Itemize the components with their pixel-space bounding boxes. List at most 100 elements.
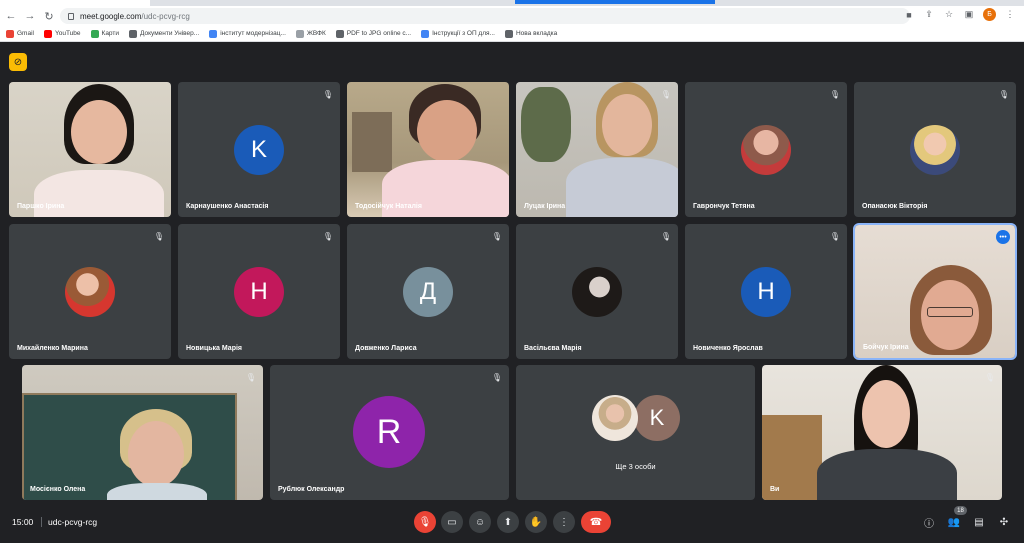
- mic-off-icon: 🎙︎: [491, 231, 503, 241]
- participant-count-badge: 18: [954, 506, 967, 515]
- bookmark-label: Карти: [101, 30, 120, 37]
- participant-tile[interactable]: Тодосійчук Наталія: [347, 82, 509, 217]
- meeting-code: udc-pcvg-rcg: [48, 517, 98, 527]
- mic-off-icon: 🎙︎: [829, 89, 841, 99]
- bookmark-favicon-icon: [129, 29, 138, 38]
- bookmark-label: YouTube: [54, 30, 81, 37]
- participant-tile[interactable]: 🎙︎ Луцак Ірина: [516, 82, 678, 217]
- participant-name: Михайленко Марина: [17, 345, 88, 352]
- bookmark-favicon-icon: [295, 29, 304, 38]
- participant-tile[interactable]: 🎙︎ Н Новицька Марія: [178, 224, 340, 359]
- forward-icon[interactable]: →: [22, 8, 38, 24]
- browser-toolbar: ← → ↻ meet.google.com/udc-pcvg-rcg ■ ⇪ ☆…: [0, 6, 1024, 26]
- bookmark-item[interactable]: Gmail: [6, 29, 34, 38]
- extensions-icon[interactable]: ▣: [963, 9, 975, 21]
- avatar-photo: [572, 267, 622, 317]
- bookmark-favicon-icon: [421, 29, 430, 38]
- mic-off-icon: 🎙︎: [245, 372, 257, 382]
- participant-name: Рублюк Олександр: [278, 486, 345, 493]
- chat-icon[interactable]: ▤: [972, 515, 986, 529]
- participant-name: Васільєва Марія: [524, 345, 582, 352]
- camera-toggle-button[interactable]: ▭: [441, 511, 463, 533]
- avatar-photo: [65, 267, 115, 317]
- reactions-button[interactable]: ☺: [469, 511, 491, 533]
- bookmark-label: ЖВФК: [306, 30, 326, 37]
- avatar: K: [634, 395, 680, 441]
- participant-name: Тодосійчук Наталія: [355, 203, 422, 210]
- meeting-controls-bar: 15:00 udc-pcvg-rcg 🎙︎ ▭ ☺ ⬆ ✋ ⋮ ☎ ⓘ 18 👥…: [0, 503, 1024, 543]
- share-icon[interactable]: ⇪: [923, 9, 935, 21]
- people-icon[interactable]: 👥: [947, 515, 961, 529]
- bookmark-item[interactable]: ЖВФК: [295, 29, 326, 38]
- bookmark-item[interactable]: Карти: [90, 29, 120, 38]
- bookmark-item[interactable]: Інструкції з ОП для...: [421, 29, 495, 38]
- participant-tile[interactable]: 🎙︎ Гаврончук Тетяна: [685, 82, 847, 217]
- more-participants-label: Ще 3 особи: [615, 462, 656, 471]
- mic-off-icon: 🎙︎: [322, 89, 334, 99]
- activities-icon[interactable]: ✣: [997, 515, 1011, 529]
- avatar: Н: [234, 267, 284, 317]
- speaking-indicator-icon: •••: [996, 230, 1010, 244]
- participant-name: Новиченко Ярослав: [693, 345, 763, 352]
- mic-off-icon: 🎙︎: [984, 372, 996, 382]
- participant-tile[interactable]: 🎙︎ Васільєва Марія: [516, 224, 678, 359]
- bookmark-label: Документи Універ...: [140, 30, 200, 37]
- info-icon[interactable]: ⓘ: [922, 515, 936, 530]
- bookmark-item[interactable]: YouTube: [43, 29, 81, 38]
- leave-call-button[interactable]: ☎: [581, 511, 611, 533]
- reload-icon[interactable]: ↻: [41, 8, 57, 24]
- menu-icon[interactable]: ⋮: [1004, 9, 1016, 21]
- more-participants-tile[interactable]: K Ще 3 особи: [516, 365, 755, 500]
- video-feed: [347, 82, 509, 217]
- bookmark-favicon-icon: [504, 29, 513, 38]
- bookmark-label: PDF to JPG online c...: [346, 30, 412, 37]
- no-camera-badge-icon[interactable]: ⊘: [9, 53, 27, 71]
- bookmark-favicon-icon: [43, 29, 52, 38]
- bookmark-favicon-icon: [209, 29, 218, 38]
- participant-name: Новицька Марія: [186, 345, 242, 352]
- meet-stage: ⊘ Паршко Ірина 🎙︎ K Карнаушенко Анастасі…: [0, 43, 1024, 543]
- participant-name: Паршко Ірина: [17, 203, 65, 210]
- bookmark-item[interactable]: інститут модернізац...: [209, 29, 286, 38]
- bookmark-favicon-icon: [335, 29, 344, 38]
- present-button[interactable]: ⬆: [497, 511, 519, 533]
- star-icon[interactable]: ☆: [943, 9, 955, 21]
- bookmarks-bar: Gmail YouTube Карти Документи Універ... інст…: [0, 26, 1024, 42]
- camera-permission-icon[interactable]: ■: [903, 9, 915, 21]
- bookmark-label: Інструкції з ОП для...: [432, 30, 495, 37]
- video-feed: [9, 82, 171, 217]
- participant-tile[interactable]: 🎙︎ K Карнаушенко Анастасія: [178, 82, 340, 217]
- avatar-photo: [741, 125, 791, 175]
- more-options-button[interactable]: ⋮: [553, 511, 575, 533]
- self-tile[interactable]: 🎙︎ Ви: [762, 365, 1002, 500]
- mic-toggle-button[interactable]: 🎙︎: [414, 511, 436, 533]
- participant-name: Карнаушенко Анастасія: [186, 203, 269, 210]
- participant-tile[interactable]: 🎙︎ R Рублюк Олександр: [270, 365, 509, 500]
- participant-tile[interactable]: 🎙︎ Н Новиченко Ярослав: [685, 224, 847, 359]
- participant-name: Мосієнко Олена: [30, 486, 86, 493]
- url-host: meet.google.com: [80, 11, 142, 21]
- participant-tile-speaking[interactable]: ••• Бойчук Ірина: [853, 223, 1017, 360]
- clock: 15:00: [12, 517, 34, 527]
- video-feed: [855, 225, 1015, 358]
- bookmark-item[interactable]: Документи Універ...: [129, 29, 200, 38]
- url-path: /udc-pcvg-rcg: [141, 11, 190, 21]
- participant-name: Гаврончук Тетяна: [693, 203, 755, 210]
- participant-tile[interactable]: 🎙︎ Мосієнко Олена: [22, 365, 263, 500]
- participant-tile[interactable]: 🎙︎ Д Довженко Лариса: [347, 224, 509, 359]
- avatar: Д: [403, 267, 453, 317]
- bookmark-label: інститут модернізац...: [220, 30, 286, 37]
- bookmark-item[interactable]: Нова вкладка: [504, 29, 557, 38]
- participant-name: Луцак Ірина: [524, 203, 566, 210]
- participant-tile[interactable]: 🎙︎ Опанасюк Вікторія: [854, 82, 1016, 217]
- raise-hand-button[interactable]: ✋: [525, 511, 547, 533]
- bookmark-item[interactable]: PDF to JPG online c...: [335, 29, 412, 38]
- participant-tile[interactable]: 🎙︎ Михайленко Марина: [9, 224, 171, 359]
- avatar: Н: [741, 267, 791, 317]
- address-bar[interactable]: meet.google.com/udc-pcvg-rcg: [60, 8, 910, 24]
- profile-avatar[interactable]: Б: [983, 8, 996, 21]
- participant-tile[interactable]: Паршко Ірина: [9, 82, 171, 217]
- mic-off-icon: 🎙︎: [998, 89, 1010, 99]
- participant-name: Опанасюк Вікторія: [862, 203, 928, 210]
- back-icon[interactable]: ←: [3, 8, 19, 24]
